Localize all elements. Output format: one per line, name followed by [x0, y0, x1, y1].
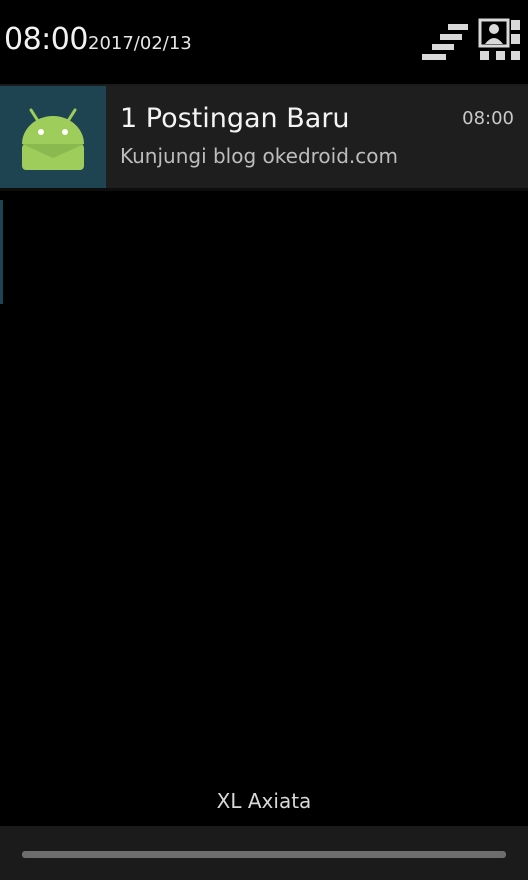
panel-handle[interactable]: [0, 826, 528, 880]
notification-time: 08:00: [462, 108, 514, 129]
profile-icon[interactable]: [478, 18, 522, 62]
notification-text: Kunjungi blog okedroid.com: [120, 144, 398, 168]
carrier-label: XL Axiata: [216, 789, 312, 813]
notification-item[interactable]: 1 Postingan Baru Kunjungi blog okedroid.…: [0, 86, 528, 188]
notification-icon-box: [0, 86, 106, 188]
status-header: 08:00 2017/02/13: [0, 0, 528, 84]
settings-icon[interactable]: [420, 22, 472, 62]
scroll-edge-accent: [0, 200, 3, 304]
date: 2017/02/13: [88, 33, 192, 54]
clock: 08:00: [4, 22, 88, 57]
notification-title: 1 Postingan Baru: [120, 103, 350, 134]
android-robot-icon: [22, 108, 84, 170]
drag-handle-line[interactable]: [22, 851, 506, 858]
notification-divider: [0, 188, 528, 191]
